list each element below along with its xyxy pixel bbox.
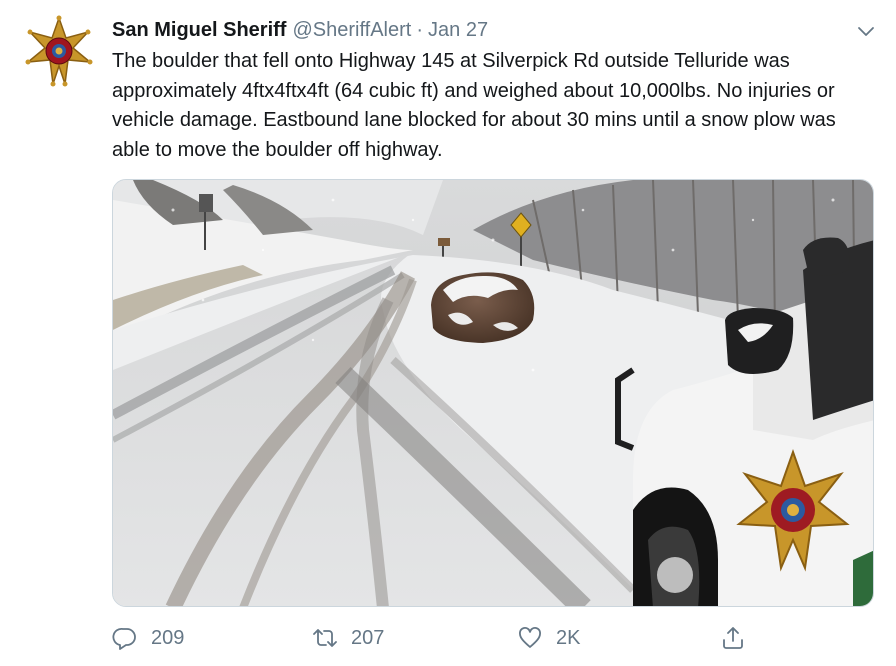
chevron-down-icon[interactable]: [856, 21, 876, 41]
share-button[interactable]: [720, 622, 746, 654]
retweet-button[interactable]: 207: [312, 622, 384, 654]
sheriff-star-badge-icon: [25, 15, 93, 87]
like-button[interactable]: 2K: [517, 622, 580, 654]
tweet-date[interactable]: Jan 27: [428, 16, 488, 44]
author-handle[interactable]: @SheriffAlert: [292, 16, 411, 44]
tweet-card[interactable]: San Miguel Sheriff @SheriffAlert · Jan 2…: [0, 0, 896, 666]
retweet-count: 207: [351, 626, 385, 649]
retweet-icon: [313, 629, 337, 647]
boulder-on-highway-photo: [113, 180, 873, 606]
tweet-photo[interactable]: [112, 179, 874, 607]
author-avatar[interactable]: [22, 14, 96, 88]
heart-icon: [519, 627, 541, 648]
tweet-text: The boulder that fell onto Highway 145 a…: [112, 50, 836, 161]
author-display-name[interactable]: San Miguel Sheriff: [112, 16, 286, 44]
tweet-header: San Miguel Sheriff @SheriffAlert · Jan 2…: [112, 16, 876, 44]
reply-count: 209: [151, 626, 185, 649]
reply-icon: [112, 628, 136, 650]
header-separator: ·: [416, 19, 424, 41]
tweet-actions: 209 207 2K: [112, 622, 752, 654]
like-count: 2K: [556, 626, 581, 649]
reply-button[interactable]: 209: [112, 622, 184, 654]
share-icon: [723, 627, 743, 649]
